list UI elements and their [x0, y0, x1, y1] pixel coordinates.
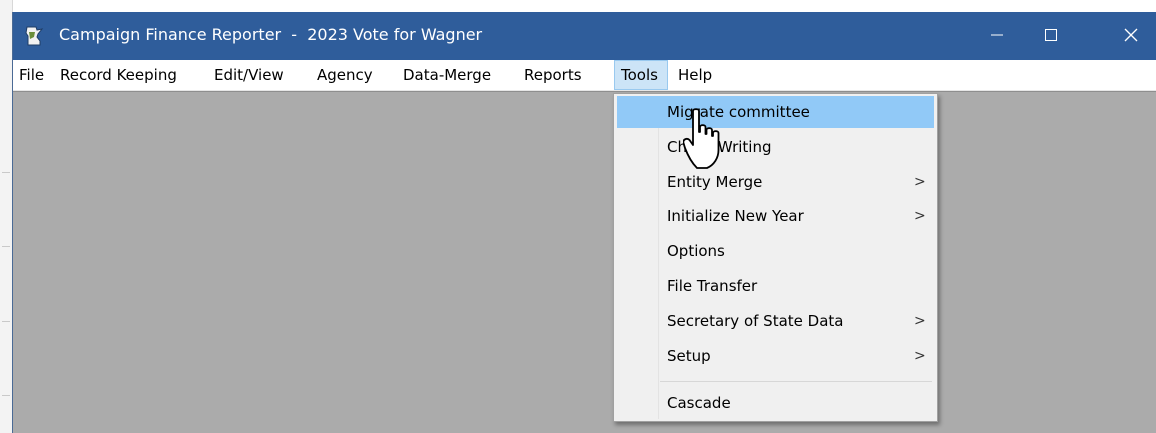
- menu-item-cascade[interactable]: Cascade: [617, 387, 934, 419]
- menu-tools[interactable]: Tools: [614, 60, 668, 90]
- menu-item-label: Initialize New Year: [667, 207, 804, 225]
- minimize-button[interactable]: [971, 12, 1023, 58]
- menu-item-file-transfer[interactable]: File Transfer: [617, 270, 934, 302]
- menu-item-setup[interactable]: Setup >: [617, 340, 934, 372]
- menu-item-label: Options: [667, 242, 725, 260]
- submenu-arrow-icon: >: [914, 208, 926, 224]
- menu-item-options[interactable]: Options: [617, 235, 934, 267]
- submenu-arrow-icon: >: [914, 313, 926, 329]
- menu-record-keeping[interactable]: Record Keeping: [60, 60, 177, 90]
- divider: [2, 395, 10, 396]
- menu-data-merge[interactable]: Data-Merge: [403, 60, 491, 90]
- menu-item-label: Cascade: [667, 394, 731, 412]
- maximize-icon: [1045, 29, 1057, 41]
- divider: [2, 321, 10, 322]
- minnesota-map-icon: [25, 26, 44, 46]
- menu-item-entity-merge[interactable]: Entity Merge >: [617, 166, 934, 198]
- client-area: [13, 91, 1156, 433]
- menu-item-initialize-new-year[interactable]: Initialize New Year >: [617, 200, 934, 232]
- menu-help[interactable]: Help: [678, 60, 712, 90]
- menu-item-label: Setup: [667, 347, 711, 365]
- submenu-arrow-icon: >: [914, 348, 926, 364]
- title-bar[interactable]: Campaign Finance Reporter - 2023 Vote fo…: [13, 12, 1156, 60]
- maximize-button[interactable]: [1025, 12, 1077, 58]
- app-window: Campaign Finance Reporter - 2023 Vote fo…: [12, 12, 1156, 433]
- divider: [2, 246, 10, 247]
- screen: Campaign Finance Reporter - 2023 Vote fo…: [0, 0, 1156, 433]
- menu-bar: File Record Keeping Edit/View Agency Dat…: [13, 60, 1156, 91]
- menu-item-migrate-committee[interactable]: Migrate committee: [617, 96, 934, 128]
- menu-item-label: Secretary of State Data: [667, 312, 844, 330]
- submenu-arrow-icon: >: [914, 174, 926, 190]
- window-title: Campaign Finance Reporter - 2023 Vote fo…: [59, 25, 483, 44]
- menu-agency[interactable]: Agency: [317, 60, 373, 90]
- divider: [2, 172, 10, 173]
- menu-file[interactable]: File: [19, 60, 44, 90]
- menu-edit-view[interactable]: Edit/View: [214, 60, 284, 90]
- close-button[interactable]: [1105, 12, 1156, 58]
- menu-item-check-writing[interactable]: Check Writing: [617, 131, 934, 163]
- menu-separator: [660, 381, 932, 382]
- tools-dropdown-menu: Migrate committee Check Writing Entity M…: [613, 93, 938, 422]
- menu-item-label: File Transfer: [667, 277, 758, 295]
- menu-reports[interactable]: Reports: [524, 60, 582, 90]
- hand-pointer-cursor-icon: [683, 108, 720, 169]
- minimize-icon: [991, 34, 1003, 36]
- menu-item-secretary-of-state-data[interactable]: Secretary of State Data >: [617, 305, 934, 337]
- close-icon: [1124, 28, 1138, 42]
